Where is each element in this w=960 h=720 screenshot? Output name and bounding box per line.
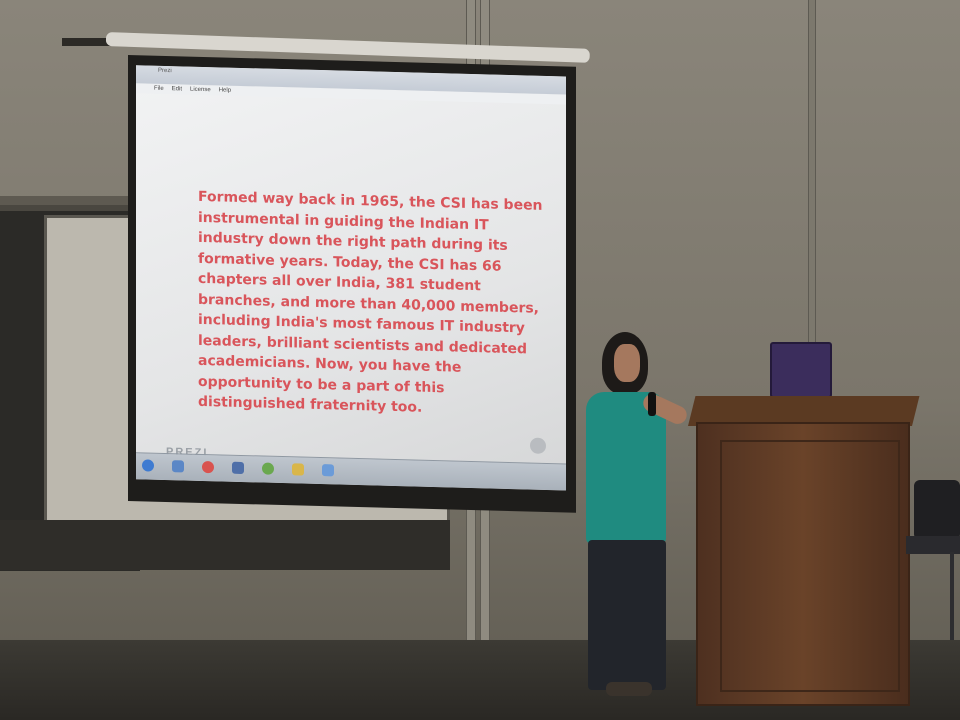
menu-help: Help [218, 87, 232, 94]
chair-leg [950, 552, 954, 640]
utorrent-icon [262, 462, 274, 475]
browser-icon [172, 460, 184, 473]
chair [906, 480, 960, 640]
taskbar [136, 452, 566, 491]
presenter-feet [606, 682, 652, 696]
screen-bracket [62, 38, 112, 46]
chair-back [914, 480, 960, 540]
microphone-icon [648, 392, 656, 416]
slide-paragraph: Formed way back in 1965, the CSI has bee… [198, 188, 543, 416]
menu-license: License [190, 86, 211, 94]
zoom-control-icon [530, 437, 546, 454]
podium-body [696, 422, 910, 706]
board-frame [0, 520, 450, 570]
windows-start-icon [142, 459, 154, 472]
folder-icon [292, 463, 304, 476]
presenter [578, 330, 690, 710]
window-title: Prezi [158, 67, 172, 75]
slide-text: Formed way back in 1965, the CSI has bee… [198, 187, 550, 422]
podium-panel [720, 440, 900, 692]
projected-slide: Prezi File Edit License Help Formed way … [136, 65, 566, 491]
menu-edit: Edit [171, 86, 183, 93]
chrome-icon [202, 460, 214, 474]
presenter-face [614, 344, 640, 382]
wall-pipe [808, 0, 816, 390]
menu-file: File [154, 85, 164, 92]
app-icon-2 [322, 464, 334, 477]
presenter-jeans [588, 540, 666, 690]
laptop [770, 342, 832, 398]
app-icon [232, 461, 244, 475]
podium [688, 396, 920, 706]
projector-screen: Prezi File Edit License Help Formed way … [128, 55, 576, 513]
